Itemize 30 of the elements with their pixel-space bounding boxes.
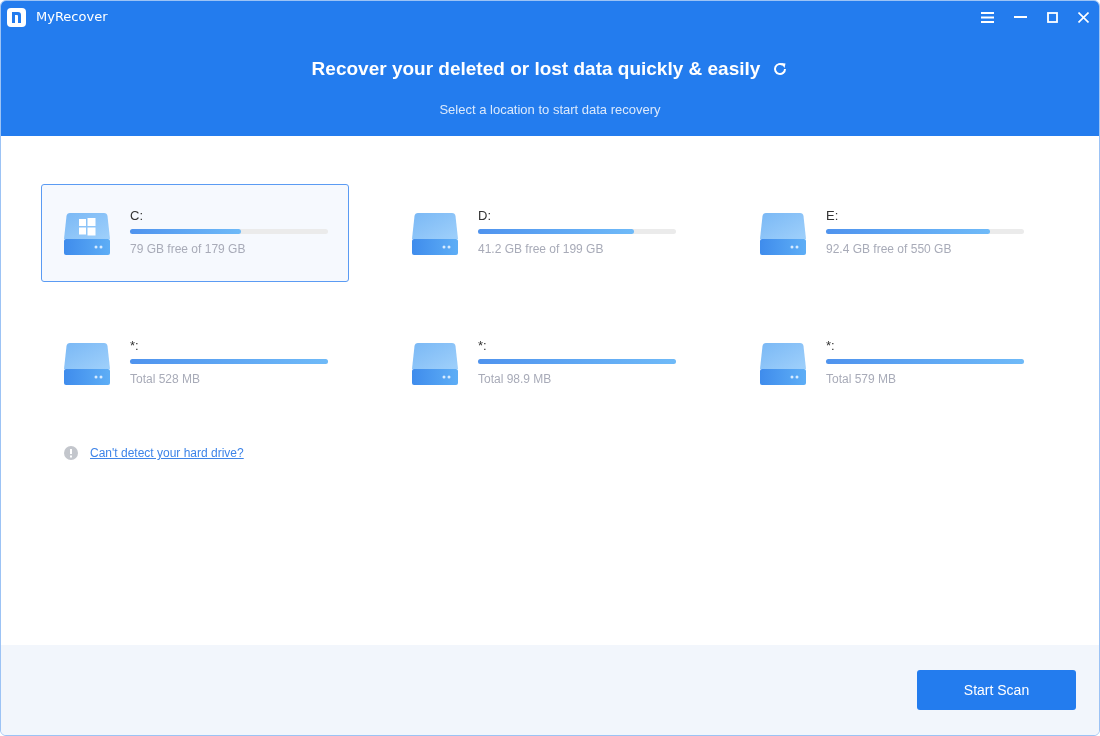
- drive-label: C:: [130, 208, 144, 224]
- refresh-icon[interactable]: [772, 61, 789, 78]
- drive-card[interactable]: C: 79 GB free of 179 GB: [41, 184, 349, 282]
- menu-icon[interactable]: [981, 11, 994, 23]
- hard-drive-icon: [760, 211, 806, 255]
- close-icon[interactable]: [1078, 11, 1089, 23]
- drive-size: 92.4 GB free of 550 GB: [826, 241, 953, 258]
- hard-drive-icon: [64, 211, 110, 255]
- drive-size: Total 579 MB: [826, 371, 898, 388]
- app-logo-icon: [7, 7, 26, 27]
- start-scan-button[interactable]: Start Scan: [917, 670, 1076, 710]
- drive-size: Total 528 MB: [130, 371, 202, 388]
- drive-label: D:: [478, 208, 492, 224]
- drive-size: 79 GB free of 179 GB: [130, 241, 247, 258]
- window-title: MyRecover: [36, 8, 108, 27]
- hard-drive-icon: [64, 341, 110, 385]
- header-subtitle: Select a location to start data recovery: [438, 100, 662, 119]
- hard-drive-icon: [760, 341, 806, 385]
- hard-drive-icon: [412, 211, 458, 255]
- drive-size: Total 98.9 MB: [478, 371, 553, 388]
- help-link[interactable]: Can't detect your hard drive?: [90, 444, 244, 462]
- drive-label: *:: [130, 338, 140, 354]
- maximize-icon[interactable]: [1047, 11, 1058, 23]
- hard-drive-icon: [412, 341, 458, 385]
- header-title: Recover your deleted or lost data quickly & easily: [311, 57, 761, 81]
- drive-label: *:: [826, 338, 836, 354]
- drive-label: *:: [478, 338, 488, 354]
- drive-label: E:: [826, 208, 840, 224]
- drive-size: 41.2 GB free of 199 GB: [478, 241, 605, 258]
- info-icon: [64, 446, 78, 460]
